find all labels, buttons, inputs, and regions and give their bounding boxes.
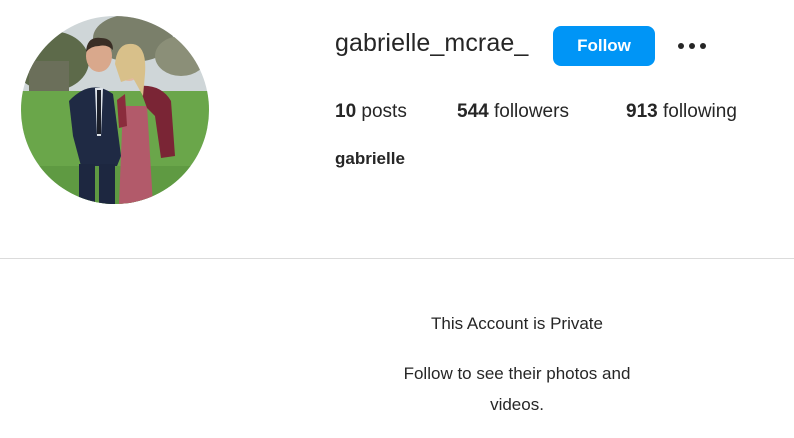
stat-followers[interactable]: 544 followers [457,101,569,123]
avatar-photo [21,16,209,204]
followers-label: followers [488,101,569,122]
profile-username: gabrielle_mcrae_ [335,29,529,57]
more-options-icon [678,43,706,49]
private-account-subtitle: Follow to see their photos and videos. [403,364,631,414]
private-account-title: This Account is Private [431,314,603,333]
following-count: 913 [626,101,658,122]
posts-label: posts [356,101,407,122]
following-label: following [657,101,737,122]
stat-following[interactable]: 913 following [626,101,737,123]
profile-avatar[interactable] [21,16,209,204]
section-divider [0,258,794,259]
profile-page: gabrielle_mcrae_ Follow 10 posts 544 fol… [0,0,794,438]
followers-count: 544 [457,101,489,122]
more-options-button[interactable] [672,30,712,62]
posts-count: 10 [335,101,357,122]
profile-full-name: gabrielle [335,149,405,168]
stat-posts: 10 posts [335,101,407,123]
follow-button[interactable]: Follow [553,26,655,66]
